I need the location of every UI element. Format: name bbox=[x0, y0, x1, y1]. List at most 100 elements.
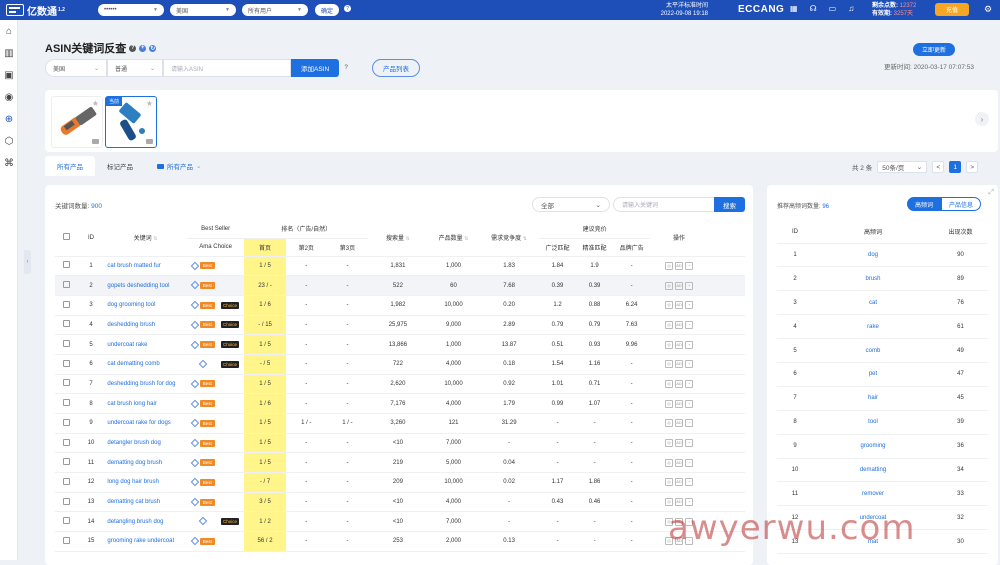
hf-word[interactable]: dog bbox=[813, 243, 933, 268]
ad-icon[interactable]: AD bbox=[675, 498, 683, 507]
detail-icon[interactable]: ◎ bbox=[665, 419, 673, 428]
table-row[interactable]: 5 undercoat rake Best Choice 1 / 5- -13,866 1,… bbox=[55, 334, 745, 355]
row-checkbox[interactable] bbox=[55, 452, 78, 474]
product-thumb[interactable]: ★ bbox=[51, 96, 103, 148]
row-checkbox[interactable] bbox=[55, 256, 78, 277]
layers-icon[interactable] bbox=[190, 497, 199, 507]
hf-row[interactable]: 3 cat 76 bbox=[777, 290, 988, 316]
chart-icon[interactable]: ◔ bbox=[685, 478, 693, 487]
table-row[interactable]: 9 undercoat rake for dogs Best 1 / 51 / -1 … bbox=[55, 413, 745, 434]
row-checkbox[interactable] bbox=[55, 334, 78, 355]
cell-keyword[interactable]: deshedding brush bbox=[104, 315, 187, 336]
layers-icon[interactable] bbox=[190, 261, 199, 271]
row-checkbox[interactable] bbox=[55, 531, 78, 552]
cell-keyword[interactable]: deshedding brush for dog bbox=[104, 374, 187, 395]
table-row[interactable]: 10 detangler brush dog Best 1 / 5- - <10 7,000… bbox=[55, 433, 745, 454]
table-row[interactable]: 13 dematting cat brush Best 3 / 5- - <10 4,000… bbox=[55, 492, 745, 513]
table-row[interactable]: 15 grooming rake undercoat Best 56 / 2- -253… bbox=[55, 531, 745, 552]
hf-word[interactable]: dematting bbox=[813, 458, 933, 483]
cell-keyword[interactable]: gopets deshedding tool bbox=[104, 275, 187, 296]
hf-word[interactable]: tool bbox=[813, 410, 933, 435]
row-checkbox[interactable] bbox=[55, 433, 78, 454]
cell-keyword[interactable]: dematting dog brush bbox=[104, 452, 187, 474]
page-1-button[interactable]: 1 bbox=[949, 161, 962, 173]
logo[interactable]: 亿数通 1.2 bbox=[0, 0, 90, 20]
hf-row[interactable]: 9 grooming 36 bbox=[777, 434, 988, 459]
hf-row[interactable]: 4 rake 61 bbox=[777, 314, 988, 340]
table-row[interactable]: 11 dematting dog brush Best 1 / 5- -219 5,000… bbox=[55, 452, 745, 474]
hf-word[interactable]: cat bbox=[813, 290, 933, 316]
cell-keyword[interactable]: detangling brush dog bbox=[104, 511, 187, 533]
box-icon[interactable]: ⬡ bbox=[0, 130, 18, 152]
detail-icon[interactable]: ◎ bbox=[665, 399, 673, 408]
refresh-icon[interactable]: ↻ bbox=[149, 44, 157, 52]
row-checkbox[interactable] bbox=[55, 295, 78, 316]
col-product-count[interactable]: 产品数量 ⇅ bbox=[427, 220, 480, 257]
hf-word[interactable]: pet bbox=[813, 362, 933, 387]
add-icon[interactable]: + bbox=[139, 44, 147, 52]
tab-high-frequency[interactable]: 高频词 bbox=[907, 197, 942, 211]
sidebar-toggle[interactable]: › bbox=[24, 250, 31, 274]
ai-icon[interactable]: ◉ bbox=[0, 86, 18, 108]
cell-keyword[interactable]: cat brush long hair bbox=[104, 393, 187, 414]
detail-icon[interactable]: ◎ bbox=[665, 281, 673, 290]
layers-icon[interactable] bbox=[190, 458, 199, 467]
row-checkbox[interactable] bbox=[55, 472, 78, 493]
tab-product-info[interactable]: 产品信息 bbox=[941, 197, 982, 211]
filter-select[interactable]: 全部 ⌄ bbox=[532, 197, 610, 212]
hf-row[interactable]: 10 dematting 34 bbox=[777, 458, 988, 483]
user-select[interactable]: 所有用户 ▼ bbox=[242, 4, 308, 16]
layers-icon[interactable] bbox=[190, 320, 199, 330]
table-row[interactable]: 2 gopets deshedding tool Best 23 / - - -522 60… bbox=[55, 275, 745, 296]
type-select[interactable]: 普通 ⌄ bbox=[107, 59, 163, 77]
detail-icon[interactable]: ◎ bbox=[665, 340, 673, 349]
col-keyword[interactable]: 关键词 ⇅ bbox=[104, 220, 187, 257]
cell-keyword[interactable]: grooming rake undercoat bbox=[104, 531, 187, 552]
row-checkbox[interactable] bbox=[55, 511, 78, 533]
ad-icon[interactable]: AD bbox=[675, 399, 683, 408]
layers-icon[interactable] bbox=[190, 478, 199, 487]
layers-icon[interactable] bbox=[190, 300, 199, 310]
cell-keyword[interactable]: detangler brush dog bbox=[104, 433, 187, 454]
chart-icon[interactable]: ◔ bbox=[685, 419, 693, 428]
select-all-checkbox[interactable] bbox=[55, 220, 78, 257]
row-checkbox[interactable] bbox=[55, 492, 78, 513]
hf-word[interactable]: grooming bbox=[813, 434, 933, 459]
row-checkbox[interactable] bbox=[55, 393, 78, 414]
hf-word[interactable]: comb bbox=[813, 338, 933, 363]
row-checkbox[interactable] bbox=[55, 315, 78, 336]
layers-icon[interactable] bbox=[190, 399, 199, 408]
chart-icon[interactable]: ◔ bbox=[685, 261, 693, 270]
eccang-logo[interactable]: ECCANG bbox=[738, 4, 784, 15]
table-row[interactable]: 8 cat brush long hair Best 1 / 6- -7,176 4,00… bbox=[55, 393, 745, 414]
folder-icon[interactable] bbox=[146, 139, 153, 144]
chart-icon[interactable]: ◔ bbox=[685, 399, 693, 408]
table-row[interactable]: 7 deshedding brush for dog Best 1 / 5- -2,62… bbox=[55, 374, 745, 395]
row-checkbox[interactable] bbox=[55, 374, 78, 395]
detail-icon[interactable]: ◎ bbox=[665, 360, 673, 369]
add-asin-button[interactable]: 添加ASIN bbox=[291, 59, 340, 77]
ad-icon[interactable]: AD bbox=[675, 458, 683, 467]
tab-marked-products[interactable]: 标记产品 bbox=[95, 156, 145, 176]
chart-icon[interactable]: ◔ bbox=[685, 360, 693, 369]
folder-icon[interactable] bbox=[92, 139, 99, 144]
cell-keyword[interactable]: dematting cat brush bbox=[104, 492, 187, 513]
ad-icon[interactable]: AD bbox=[675, 340, 683, 349]
product-list-button[interactable]: 产品列表 bbox=[372, 59, 420, 77]
row-checkbox[interactable] bbox=[55, 413, 78, 434]
hf-row[interactable]: 2 brush 89 bbox=[777, 266, 988, 292]
next-page-button[interactable]: > bbox=[966, 161, 979, 173]
hf-row[interactable]: 5 comb 49 bbox=[777, 338, 988, 363]
target-icon[interactable]: ⊕ bbox=[0, 108, 18, 130]
cell-keyword[interactable]: long dog hair brush bbox=[104, 472, 187, 493]
ad-icon[interactable]: AD bbox=[675, 261, 683, 270]
chart-icon[interactable]: ◔ bbox=[685, 301, 693, 310]
layers-icon[interactable] bbox=[190, 281, 199, 290]
col-demand-competition[interactable]: 需求竞争度 ⇅ bbox=[479, 220, 539, 257]
hf-word[interactable]: remover bbox=[813, 481, 933, 507]
detail-icon[interactable]: ◎ bbox=[665, 478, 673, 487]
layers-icon[interactable] bbox=[190, 379, 199, 389]
col-search-volume[interactable]: 搜索量 ⇅ bbox=[368, 220, 428, 257]
chart-icon[interactable]: ◔ bbox=[685, 340, 693, 349]
product-thumb-selected[interactable]: 当前 ★ bbox=[105, 96, 157, 148]
